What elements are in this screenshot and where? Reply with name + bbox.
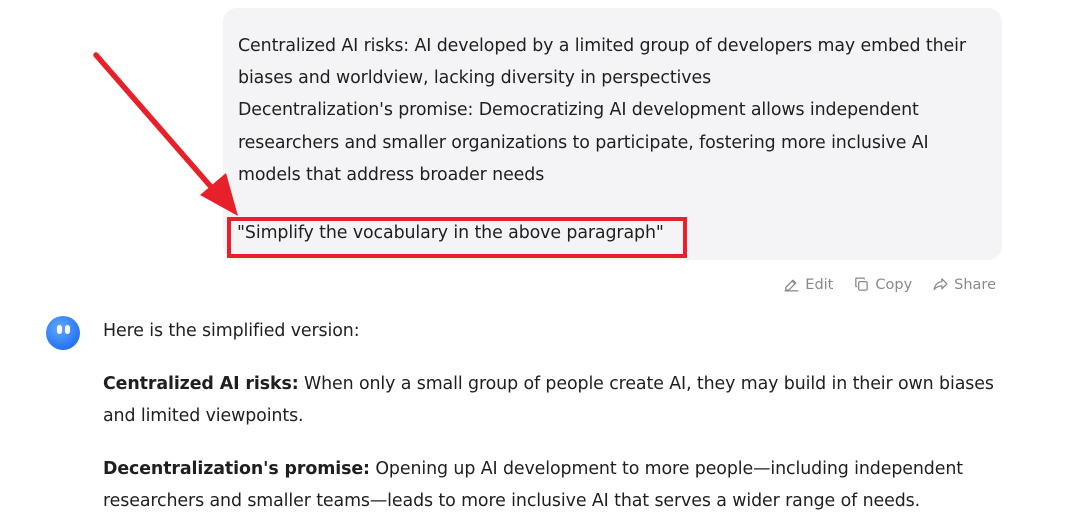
chat-page: Centralized AI risks: AI developed by a … (0, 0, 1075, 531)
user-message-line-2: Decentralization's promise: Democratizin… (238, 100, 929, 185)
user-message-bubble: Centralized AI risks: AI developed by a … (223, 8, 1002, 260)
assistant-point-2: Decentralization's promise: Opening up A… (103, 453, 1003, 517)
avatar-eye-icon (57, 325, 62, 334)
share-button[interactable]: Share (932, 276, 996, 293)
share-icon (933, 278, 948, 291)
assistant-point-1: Centralized AI risks: When only a small … (103, 368, 1003, 432)
user-message-line-1: Centralized AI risks: AI developed by a … (238, 36, 966, 89)
pencil-icon (784, 279, 799, 292)
assistant-avatar (46, 316, 80, 350)
assistant-point-2-label: Decentralization's promise: (103, 459, 370, 479)
copy-label: Copy (875, 276, 913, 293)
copy-button[interactable]: Copy (853, 276, 912, 293)
avatar-eye-icon (65, 325, 70, 334)
copy-icon (855, 277, 869, 291)
message-actions: Edit Copy Share (783, 276, 996, 293)
assistant-message: Here is the simplified version: Centrali… (103, 315, 1003, 531)
assistant-point-1-label: Centralized AI risks: (103, 374, 299, 394)
assistant-intro: Here is the simplified version: (103, 321, 360, 341)
edit-label: Edit (805, 276, 834, 293)
edit-button[interactable]: Edit (783, 276, 833, 293)
user-message-instruction: "Simplify the vocabulary in the above pa… (237, 223, 664, 243)
share-label: Share (954, 276, 996, 293)
user-message-text: Centralized AI risks: AI developed by a … (238, 30, 986, 191)
